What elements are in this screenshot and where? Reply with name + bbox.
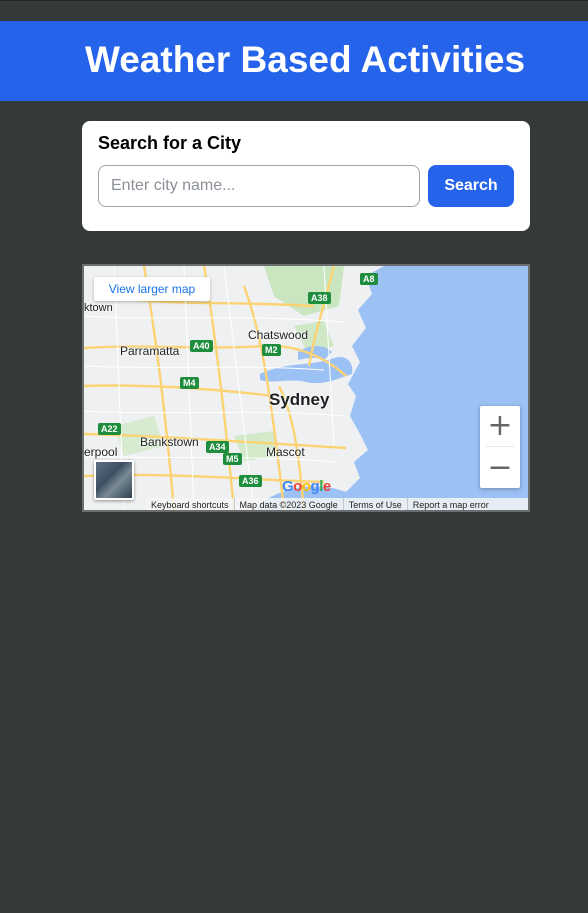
zoom-divider [486, 446, 514, 447]
map-data-text: Map data ©2023 Google [235, 498, 344, 510]
search-card: Search for a City Search [82, 121, 530, 231]
zoom-out-button[interactable]: − [480, 448, 520, 488]
route-shield-m4: M4 [180, 377, 199, 389]
route-shield-a36: A36 [239, 475, 262, 487]
map-label-parramatta: Parramatta [120, 344, 180, 358]
map-label-chatswood: Chatswood [248, 328, 309, 342]
map-embed[interactable]: View larger map ktown Chatswood Parramat… [82, 264, 530, 512]
keyboard-shortcuts-link[interactable]: Keyboard shortcuts [146, 498, 235, 510]
map-label-bankstown: Bankstown [140, 435, 199, 449]
map-label-sydney: Sydney [269, 390, 330, 409]
google-logo: Google [282, 478, 331, 495]
route-shield-a22: A22 [98, 423, 121, 435]
map-tiles[interactable] [84, 266, 528, 510]
view-larger-map-link[interactable]: View larger map [94, 277, 210, 301]
route-shield-a38: A38 [308, 292, 331, 304]
search-title: Search for a City [98, 133, 242, 153]
route-shield-a34: A34 [206, 441, 229, 453]
report-map-error-link[interactable]: Report a map error [408, 498, 494, 510]
city-search-input[interactable] [98, 165, 420, 207]
page-header: Weather Based Activities [0, 21, 588, 101]
map-label-erpool: erpool [84, 445, 118, 459]
satellite-toggle-thumbnail[interactable] [94, 460, 134, 500]
route-shield-a40: A40 [190, 340, 213, 352]
route-shield-a8: A8 [360, 273, 378, 285]
map-label-ktown: ktown [84, 302, 113, 314]
page-title: Weather Based Activities [84, 39, 526, 80]
top-divider [0, 0, 588, 1]
route-shield-m2: M2 [262, 344, 281, 356]
search-button[interactable]: Search [428, 165, 514, 207]
terms-of-use-link[interactable]: Terms of Use [344, 498, 408, 510]
zoom-in-button[interactable]: + [480, 406, 520, 446]
map-label-mascot: Mascot [266, 445, 305, 459]
route-shield-m5: M5 [223, 453, 242, 465]
zoom-controls: + − [480, 406, 520, 488]
map-attribution-bar: Keyboard shortcuts Map data ©2023 Google T… [146, 498, 528, 510]
